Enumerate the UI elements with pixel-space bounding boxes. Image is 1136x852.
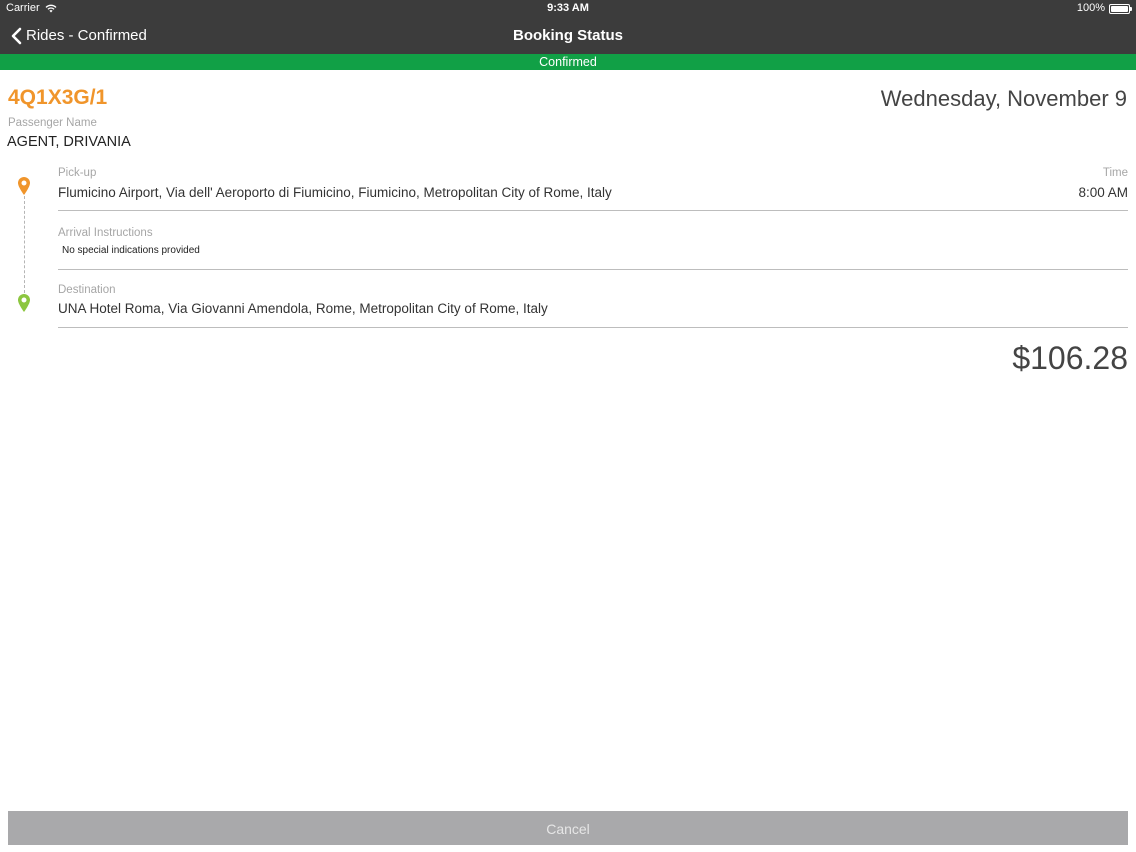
battery-icon: [1109, 3, 1132, 14]
back-label: Rides - Confirmed: [26, 27, 147, 44]
battery-fill: [1111, 5, 1128, 12]
booking-date: Wednesday, November 9: [880, 86, 1127, 111]
arrival-instructions-label: Arrival Instructions: [58, 227, 153, 239]
status-time: 9:33 AM: [547, 2, 589, 14]
page-title: Booking Status: [512, 27, 623, 44]
divider: [58, 269, 1128, 270]
cancel-button[interactable]: Cancel: [8, 811, 1128, 845]
status-banner: Confirmed: [0, 54, 1136, 70]
battery-indicator: 100%: [1076, 0, 1132, 17]
time-label: Time: [1102, 167, 1128, 179]
destination-label: Destination: [58, 284, 116, 296]
destination-address: UNA Hotel Roma, Via Giovanni Amendola, R…: [58, 301, 548, 316]
divider: [58, 327, 1128, 328]
pickup-time: 8:00 AM: [1078, 185, 1128, 200]
back-button[interactable]: Rides - Confirmed: [10, 17, 147, 54]
chevron-left-icon: [11, 27, 22, 44]
passenger-name: AGENT, DRIVANIA: [7, 134, 131, 150]
passenger-name-label: Passenger Name: [8, 117, 97, 129]
status-bar: Carrier 9:33 AM 100%: [0, 0, 1136, 17]
destination-pin-icon: [18, 294, 30, 312]
navigation-bar: Rides - Confirmed Booking Status: [0, 17, 1136, 54]
ride-price: $106.28: [1012, 340, 1128, 376]
pickup-address: Flumicino Airport, Via dell' Aeroporto d…: [58, 185, 612, 200]
top-bar: Carrier 9:33 AM 100% Rides - Confirmed B…: [0, 0, 1136, 54]
pickup-pin-icon: [18, 177, 30, 195]
arrival-instructions-text: No special indications provided: [62, 245, 200, 256]
route-connector: [24, 196, 25, 293]
booking-code: 4Q1X3G/1: [8, 86, 108, 109]
pickup-label: Pick-up: [58, 167, 97, 179]
divider: [58, 210, 1128, 211]
battery-percent: 100%: [1076, 2, 1105, 14]
